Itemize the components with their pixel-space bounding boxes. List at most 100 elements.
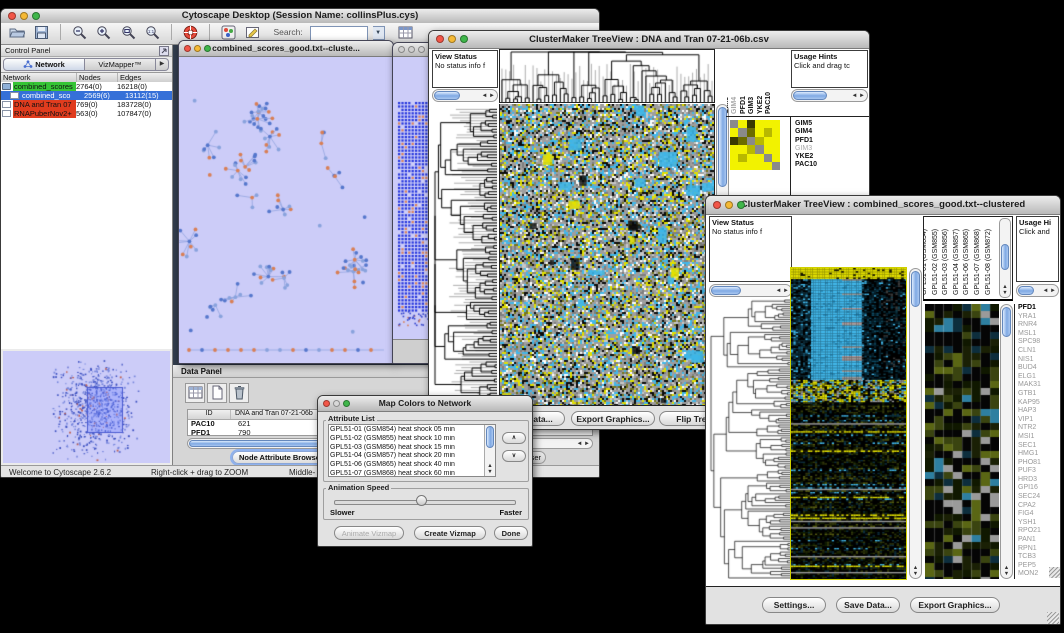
gene-label[interactable]: SEC24	[1018, 493, 1061, 502]
gene-label[interactable]: CPA2	[1018, 502, 1061, 511]
treeview2-titlebar[interactable]: ClusterMaker TreeView : combined_scores_…	[706, 196, 1060, 215]
minimize-button[interactable]	[448, 35, 456, 43]
column-dendrogram[interactable]	[499, 49, 715, 103]
close-button[interactable]	[436, 35, 444, 43]
gene-label[interactable]: ELG1	[1018, 373, 1061, 382]
gene-label[interactable]: VIP1	[1018, 416, 1061, 425]
import-table-icon[interactable]	[395, 23, 415, 42]
gene-label[interactable]: RPO21	[1018, 527, 1061, 536]
zoom-out-icon[interactable]	[69, 23, 89, 42]
gene-label[interactable]: HRD3	[1018, 476, 1061, 485]
gene-label[interactable]: SEC1	[1018, 442, 1061, 451]
minimize-button[interactable]	[725, 201, 733, 209]
gene-label[interactable]: YSH1	[1018, 519, 1061, 528]
table-mode-icon[interactable]	[185, 383, 205, 403]
attribute-list-item[interactable]: GPL51-03 (GSM856) heat shock 15 min	[330, 444, 483, 453]
gene-label[interactable]: PFD1	[1018, 304, 1061, 313]
gene-label[interactable]: BUD4	[1018, 364, 1061, 373]
gene-label[interactable]: KAP95	[1018, 399, 1061, 408]
usage-hints-scrollbar[interactable]: ◄ ►	[791, 89, 868, 102]
gene-label[interactable]: PHO81	[1018, 459, 1061, 468]
network-table-row[interactable]: combined_sco2569(6)13112(15)	[1, 91, 172, 100]
zoom-fit-icon[interactable]: 1:1	[143, 23, 163, 42]
view-status-scrollbar[interactable]: ◄ ►	[709, 284, 792, 297]
gene-label[interactable]: HAP3	[1018, 407, 1061, 416]
gene-label[interactable]: GTB1	[1018, 390, 1061, 399]
done-button[interactable]: Done	[494, 526, 528, 540]
heatmap[interactable]	[791, 268, 906, 579]
network-table-row[interactable]: combined_scores2764(0)16218(0)	[1, 82, 172, 91]
tab-network[interactable]: Network	[3, 58, 85, 71]
zoom-button[interactable]	[460, 35, 468, 43]
network-table-row[interactable]: DNA and Tran 07769(0)183728(0)	[1, 100, 172, 109]
save-data-button[interactable]: Save Data...	[836, 597, 900, 613]
row-dendrogram[interactable]	[433, 108, 497, 406]
minimize-button[interactable]	[408, 46, 415, 53]
close-button[interactable]	[184, 45, 191, 52]
zoom-heatmap-matrix[interactable]	[730, 120, 781, 171]
gene-label[interactable]: RPN1	[1018, 545, 1061, 554]
minimize-button[interactable]	[333, 400, 340, 407]
zoom-in-icon[interactable]	[94, 23, 114, 42]
gene-label[interactable]: YRA1	[1018, 313, 1061, 322]
view-status-scrollbar[interactable]: ◄ ►	[432, 89, 498, 102]
new-attribute-icon[interactable]	[207, 383, 227, 403]
gene-label[interactable]: TCB3	[1018, 553, 1061, 562]
attribute-list-item[interactable]: GPL51-07 (GSM868) heat shock 60 min	[330, 470, 483, 477]
minimize-button[interactable]	[194, 45, 201, 52]
window-resize-grip[interactable]	[1047, 612, 1059, 624]
move-down-button[interactable]: ∨	[502, 450, 526, 462]
zoom-button[interactable]	[737, 201, 745, 209]
zoom-heatmap-vscrollbar[interactable]: ▲▼	[1000, 304, 1013, 579]
network-table-row[interactable]: RNAPuberNov2+563(0)107847(0)	[1, 109, 172, 118]
network-overview-thumbnail[interactable]	[3, 351, 170, 463]
main-titlebar[interactable]: Cytoscape Desktop (Session Name: collins…	[1, 9, 599, 24]
treeview1-titlebar[interactable]: ClusterMaker TreeView : DNA and Tran 07-…	[429, 31, 869, 49]
zoom-selected-icon[interactable]	[118, 23, 138, 42]
close-button[interactable]	[323, 400, 330, 407]
gene-label[interactable]: MSL1	[1018, 330, 1061, 339]
gene-label[interactable]: RNR4	[1018, 321, 1061, 330]
export-graphics-button[interactable]: Export Graphics...	[910, 597, 1000, 613]
gene-label[interactable]: NIS1	[1018, 356, 1061, 365]
animate-vizmap-button[interactable]: Animate Vizmap	[334, 526, 404, 540]
network-canvas[interactable]	[179, 57, 393, 364]
gene-label[interactable]: HMG1	[1018, 450, 1061, 459]
zoom-heatmap[interactable]	[925, 304, 999, 579]
zoom-button[interactable]	[343, 400, 350, 407]
gene-label[interactable]: SPC98	[1018, 338, 1061, 347]
close-button[interactable]	[713, 201, 721, 209]
attribute-list-vscrollbar[interactable]: ▲▼	[484, 425, 495, 476]
network-window-titlebar[interactable]: combined_scores_good.txt--cluste...	[179, 41, 393, 57]
row-dendrogram[interactable]	[709, 299, 790, 579]
dialog-titlebar[interactable]: Map Colors to Network	[318, 396, 532, 412]
open-session-button[interactable]	[7, 23, 27, 42]
attribute-list-item[interactable]: GPL51-06 (GSM865) heat shock 40 min	[330, 461, 483, 470]
save-session-button[interactable]	[31, 23, 51, 42]
gene-label[interactable]: PAN1	[1018, 536, 1061, 545]
usage-hints-scrollbar[interactable]: ◄ ►	[1016, 284, 1059, 297]
attribute-list-item[interactable]: GPL51-04 (GSM857) heat shock 20 min	[330, 452, 483, 461]
gene-label[interactable]: GPI16	[1018, 484, 1061, 493]
zoom-button[interactable]	[204, 45, 211, 52]
labels-vscrollbar[interactable]: ▲▼	[999, 218, 1011, 298]
zoom-button[interactable]	[32, 12, 40, 20]
gene-label[interactable]: MSI1	[1018, 433, 1061, 442]
export-graphics-button[interactable]: Export Graphics...	[571, 411, 655, 426]
move-up-button[interactable]: ∧	[502, 432, 526, 444]
zoom-button[interactable]	[418, 46, 425, 53]
search-dropdown-arrow[interactable]: ▼	[373, 26, 385, 40]
speed-slider-thumb[interactable]	[416, 495, 427, 506]
resize-grip[interactable]	[1049, 567, 1060, 578]
delete-attribute-trash-icon[interactable]	[229, 383, 249, 403]
attribute-list-item[interactable]: GPL51-02 (GSM855) heat shock 10 min	[330, 435, 483, 444]
gene-label[interactable]: NTR2	[1018, 424, 1061, 433]
close-button[interactable]	[8, 12, 16, 20]
gene-label[interactable]: FIG4	[1018, 510, 1061, 519]
heatmap-vscrollbar[interactable]: ▲▼	[909, 268, 922, 579]
settings-button[interactable]: Settings...	[762, 597, 826, 613]
gene-label[interactable]: MAK31	[1018, 381, 1061, 390]
minimize-button[interactable]	[20, 12, 28, 20]
tab-vizmapper[interactable]: VizMapper™	[85, 58, 156, 71]
tab-overflow-button[interactable]: ▶	[156, 58, 169, 71]
